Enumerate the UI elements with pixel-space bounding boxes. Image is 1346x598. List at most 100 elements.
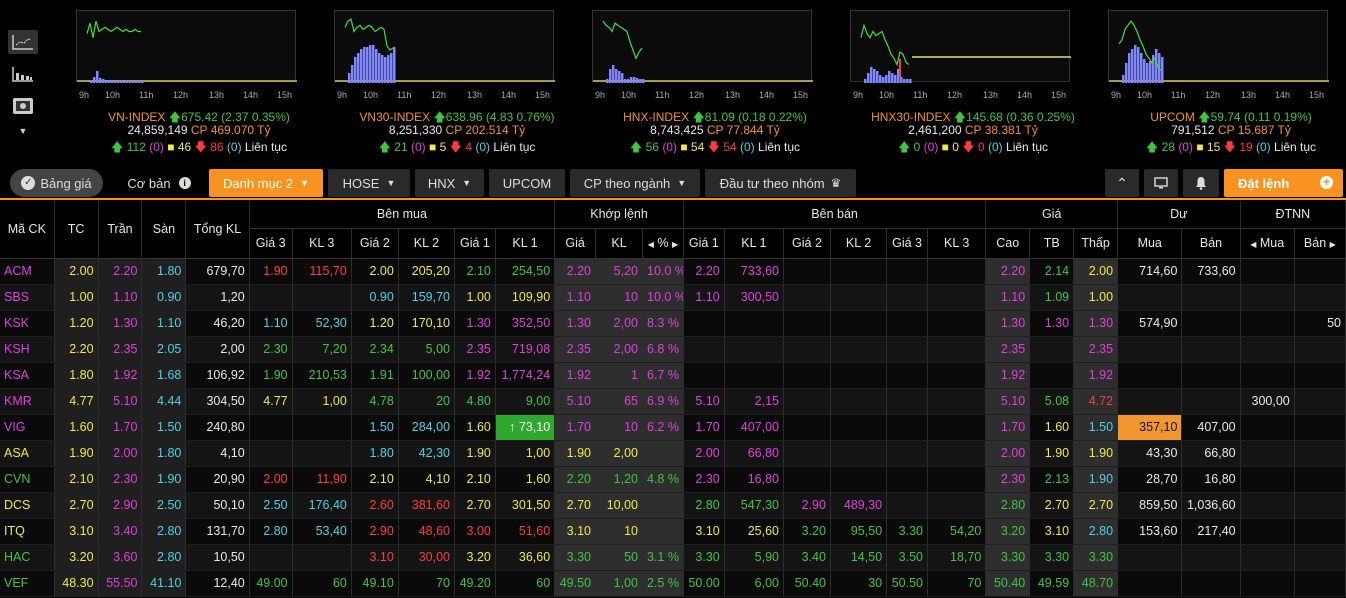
volume-bar (1137, 47, 1140, 83)
index-card[interactable]: 9h 10h 11h 12h 13h 14h 15h HNX30-INDEX 🡅145.68… (838, 0, 1108, 160)
time-tick: 10h (363, 90, 379, 100)
cell-tran: 2.35 (98, 336, 143, 363)
time-tick: 9h (853, 90, 864, 100)
cell-mk: 50 (595, 544, 643, 571)
table-row[interactable]: ITQ 3.10 3.40 2.80 131,70 2.80 53,40 2.90 48,60 3… (0, 518, 1346, 545)
cell-sym[interactable]: KSA (0, 362, 55, 389)
volume-bar (894, 75, 897, 83)
co-ban-toggle[interactable]: Cơ bản i (116, 169, 202, 197)
subheader-gia2: Giá 2 (351, 228, 399, 259)
subheader-kl2: KL 2 (398, 228, 456, 259)
table-row[interactable]: DCS 2.70 2.90 2.50 50,10 2.50 176,40 2.60 381,60… (0, 492, 1346, 519)
subheader-dtnn-ban[interactable]: Bán ▶ (1294, 228, 1346, 259)
subheader-khop-pct[interactable]: ◀ % ▶ (642, 228, 684, 259)
index-chart[interactable]: 9h 10h 11h 12h 13h 14h 15h (1108, 10, 1329, 100)
cell-sk2: 30 (830, 570, 888, 597)
cell-sk2: 489,30 (830, 492, 888, 519)
cell-sk1: 733,60 (724, 258, 784, 285)
cell-sym[interactable]: HAC (0, 544, 55, 571)
line-chart-icon[interactable] (8, 30, 38, 54)
cell-sk3 (927, 336, 987, 363)
cell-sg1 (683, 362, 725, 389)
cell-sym[interactable]: VIG (0, 414, 55, 441)
table-row[interactable]: ASA 1.90 2.00 1.80 4,10 1.80 42,30 1.90 1,00 1.90… (0, 440, 1346, 467)
index-card[interactable]: 9h 10h 11h 12h 13h 14h 15h UPCOM 🡅59.74 (0.11 … (1096, 0, 1346, 160)
cell-nban (1294, 544, 1346, 571)
cell-bg3: 2.30 (249, 336, 293, 363)
decliners: 86 (210, 140, 224, 154)
bar-chart-icon[interactable] (8, 62, 38, 86)
table-row[interactable]: SBS 1.00 1.10 0.90 1,20 0.90 159,70 1.00 109,90 1… (0, 284, 1346, 311)
cell-bg3: 4.77 (249, 388, 293, 415)
cell-bk1: 9,00 (495, 388, 556, 415)
table-row[interactable]: CVN 2.10 2.30 1.90 20,90 2.00 11,90 2.10 4,10 2.1… (0, 466, 1346, 493)
index-breadth-line: 🡅 56 (0) ■ 54 🡇 54 (0) Liên tục (580, 138, 850, 159)
cell-sym[interactable]: SBS (0, 284, 55, 311)
bang-gia-toggle[interactable]: ✓ Bảng giá (10, 169, 103, 197)
table-row[interactable]: KSA 1.80 1.92 1.68 106,92 1.90 210,53 1.91 100,0… (0, 362, 1346, 389)
table-row[interactable]: KSK 1.20 1.30 1.10 46,20 1.10 52,30 1.20 170,10 1… (0, 310, 1346, 337)
table-row[interactable]: VEF 48.30 55.50 41.10 12,40 49.00 60 49.10 70 49.… (0, 570, 1346, 597)
cell-sym[interactable]: ITQ (0, 518, 55, 545)
dat-lenh-button[interactable]: Đặt lệnh + (1224, 169, 1343, 197)
cell-tb: 1.90 (1029, 440, 1075, 467)
cell-mk: 2,00 (595, 310, 643, 337)
cp-label: CP (1217, 123, 1235, 137)
cell-dban (1181, 388, 1241, 415)
cell-tb: 3.30 (1029, 544, 1075, 571)
cell-bg1: 49.20 (454, 570, 496, 597)
time-tick: 15h (1309, 90, 1325, 100)
cell-sym[interactable]: KMR (0, 388, 55, 415)
cell-sym[interactable]: ACM (0, 258, 55, 285)
index-line (86, 20, 141, 38)
tab-cp-theo-nganh[interactable]: CP theo ngành ▼ (570, 169, 700, 197)
collapse-button[interactable]: ⌃ (1105, 169, 1139, 197)
tab-dau-tu-theo-nhom[interactable]: Đầu tư theo nhóm ♛ (705, 169, 856, 197)
screen-capture-icon[interactable] (8, 94, 38, 118)
cell-sym[interactable]: ASA (0, 440, 55, 467)
time-tick: 15h (793, 90, 809, 100)
cell-sym[interactable]: CVN (0, 466, 55, 493)
tab-hnx[interactable]: HNX ▼ (415, 169, 484, 197)
cell-sym[interactable]: KSH (0, 336, 55, 363)
table-row[interactable]: VIG 1.60 1.70 1.50 240,80 1.50 284,00 1.60 ↑ 73,… (0, 414, 1346, 441)
cell-tkl: 2,00 (185, 336, 250, 363)
subheader-ban-gia1: Giá 1 (683, 228, 725, 259)
cell-sg1 (683, 336, 725, 363)
expand-down-icon[interactable]: ▼ (8, 126, 38, 136)
table-row[interactable]: KSH 2.20 2.35 2.05 2,00 2.30 7,20 2.34 5,00 2.35 7… (0, 336, 1346, 363)
tab-upcom[interactable]: UPCOM (489, 169, 565, 197)
cell-sym[interactable]: VEF (0, 570, 55, 597)
time-tick: 15h (1051, 90, 1067, 100)
subheader-dtnn-mua[interactable]: ◀ Mua (1240, 228, 1295, 259)
cell-san: 1.80 (141, 440, 187, 467)
index-chart[interactable]: 9h 10h 11h 12h 13h 14h 15h (334, 10, 555, 100)
cell-dmua (1117, 362, 1183, 389)
advancers: 56 (645, 140, 659, 154)
index-chart[interactable]: 9h 10h 11h 12h 13h 14h 15h (850, 10, 1071, 100)
index-chart[interactable]: 9h 10h 11h 12h 13h 14h 15h (76, 10, 297, 100)
index-card[interactable]: 9h 10h 11h 12h 13h 14h 15h HNX-INDEX 🡅81.09 (0… (580, 0, 850, 160)
fullscreen-button[interactable] (1144, 169, 1178, 197)
index-card[interactable]: 9h 10h 11h 12h 13h 14h 15h VN30-INDEX 🡅638.96 … (322, 0, 592, 160)
cell-bk3 (292, 440, 352, 467)
index-name: UPCOM (1150, 110, 1195, 124)
unchanged: 5 (439, 140, 447, 154)
cell-bk2: 20 (398, 388, 456, 415)
cell-sk1: 5,90 (724, 544, 784, 571)
cell-tb: 2.14 (1029, 258, 1075, 285)
index-value: 638.96 (445, 110, 483, 124)
notification-button[interactable] (1183, 169, 1219, 197)
cell-sym[interactable]: KSK (0, 310, 55, 337)
header-ma-ck[interactable]: Mã CK (0, 201, 55, 259)
table-row[interactable]: KMR 4.77 5.10 4.44 304,50 4.77 1,00 4.78 20 4.80 9… (0, 388, 1346, 415)
cell-mp: 6.2 % (642, 414, 684, 441)
index-chart[interactable]: 9h 10h 11h 12h 13h 14h 15h (592, 10, 813, 100)
tab-hose[interactable]: HOSE ▼ (328, 169, 410, 197)
index-card[interactable]: 9h 10h 11h 12h 13h 14h 15h VN-INDEX 🡅675.42 (2… (64, 0, 334, 160)
cell-sym[interactable]: DCS (0, 492, 55, 519)
tab-danh-muc-2[interactable]: Danh mục 2 ▼ (209, 169, 323, 197)
table-row[interactable]: ACM 2.00 2.20 1.80 679,70 1.90 115,70 2.00 205,2… (0, 258, 1346, 285)
cell-bk3: 115,70 (292, 258, 352, 285)
table-row[interactable]: HAC 3.20 3.60 2.80 10,50 3.10 30,00 3.20 36,60 3.… (0, 544, 1346, 571)
